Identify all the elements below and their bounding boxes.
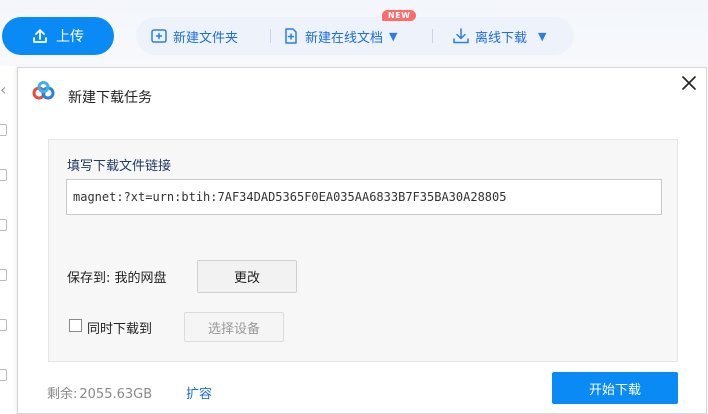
row-checkbox[interactable] — [0, 369, 7, 381]
save-to-label: 保存到: 我的网盘 — [67, 271, 167, 286]
row-checkbox[interactable] — [0, 269, 7, 281]
new-badge: NEW — [382, 10, 417, 21]
document-plus-icon — [285, 28, 297, 44]
offline-download-button[interactable]: 离线下载 ▼ — [452, 17, 546, 55]
remaining-space: 剩余: 2055.63GB — [47, 383, 152, 402]
new-download-dialog: 新建下载任务 填写下载文件链接 保存到: 我的网盘 更改 同时下载到 选择设备 … — [17, 67, 707, 414]
row-checkbox[interactable] — [0, 124, 7, 136]
offline-download-label: 离线下载 — [475, 30, 528, 46]
folder-plus-icon — [151, 29, 167, 43]
toolbar-divider — [432, 29, 433, 43]
upload-button[interactable]: 上传 — [2, 17, 114, 55]
toolbar-divider — [270, 29, 271, 43]
toolbar-actions: 新建文件夹 新建在线文档 ▼ 离线下载 ▼ — [136, 17, 574, 55]
link-label: 填写下载文件链接 — [67, 159, 172, 174]
chevron-left-icon[interactable]: ‹ — [0, 80, 6, 99]
download-icon — [453, 28, 469, 44]
chevron-down-icon[interactable]: ▼ — [389, 30, 397, 43]
download-options-panel: 填写下载文件链接 保存到: 我的网盘 更改 同时下载到 选择设备 — [48, 139, 678, 362]
start-download-button[interactable]: 开始下载 — [552, 372, 678, 404]
row-checkbox[interactable] — [0, 169, 7, 181]
new-online-doc-label: 新建在线文档 — [305, 30, 384, 46]
top-toolbar: 上传 新建文件夹 新建在线文档 ▼ 离线下载 ▼ NEW — [0, 0, 708, 66]
upload-icon — [33, 29, 47, 43]
new-folder-button[interactable]: 新建文件夹 — [150, 17, 238, 55]
remaining-label: 剩余: — [47, 387, 78, 402]
cloud-logo-icon — [32, 81, 55, 100]
link-input[interactable] — [66, 179, 662, 215]
sync-download-label: 同时下载到 — [87, 322, 153, 337]
select-device-button[interactable]: 选择设备 — [184, 312, 284, 342]
sync-download-checkbox[interactable] — [69, 319, 82, 332]
expand-storage-link[interactable]: 扩容 — [186, 383, 212, 402]
chevron-down-icon[interactable]: ▼ — [538, 30, 546, 43]
remaining-value: 2055.63GB — [79, 387, 153, 402]
row-checkbox[interactable] — [0, 219, 7, 231]
file-list-strip: ‹ — [0, 66, 17, 414]
new-folder-label: 新建文件夹 — [173, 30, 239, 46]
close-icon[interactable] — [680, 74, 698, 92]
dialog-title: 新建下载任务 — [68, 90, 152, 106]
new-online-doc-button[interactable]: 新建在线文档 ▼ — [282, 17, 397, 55]
change-location-button[interactable]: 更改 — [197, 260, 297, 293]
row-checkbox[interactable] — [0, 319, 7, 331]
upload-label: 上传 — [56, 29, 84, 45]
